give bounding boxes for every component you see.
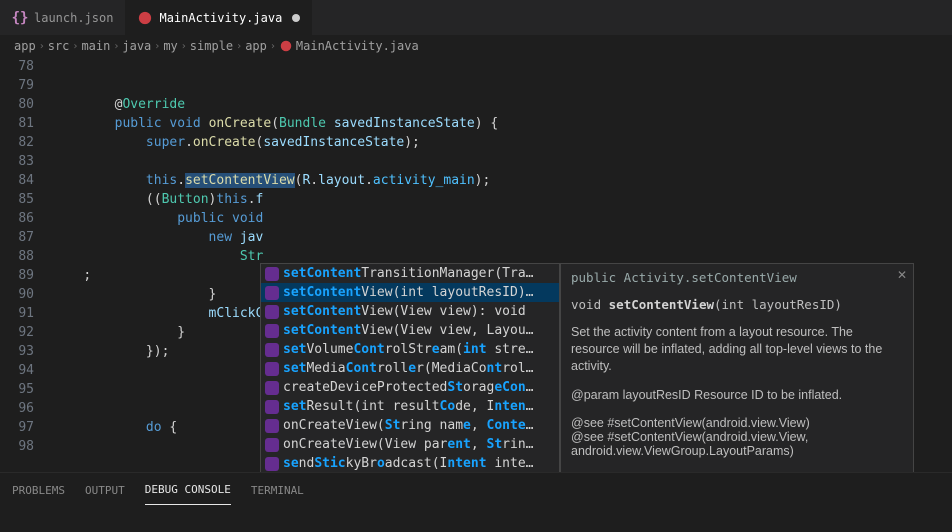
suggest-item[interactable]: setContentView(View view): void <box>261 302 559 321</box>
json-icon: {} <box>12 10 28 26</box>
line-number: 98 <box>0 437 34 456</box>
chevron-right-icon: › <box>236 41 242 52</box>
method-icon <box>265 400 279 414</box>
line-number: 97 <box>0 418 34 437</box>
method-icon <box>265 343 279 357</box>
code-line[interactable] <box>52 57 952 76</box>
line-number: 92 <box>0 323 34 342</box>
intellisense-popup[interactable]: setContentTransitionManager(Tra…setConte… <box>260 263 560 472</box>
doc-see: @see #setContentView(android.view.View, … <box>571 430 903 458</box>
breadcrumb-part[interactable]: app <box>245 39 267 53</box>
java-icon <box>279 39 293 53</box>
editor-tab-bar: {} launch.json MainActivity.java <box>0 0 952 35</box>
method-icon <box>265 324 279 338</box>
doc-see: @see #setContentView(android.view.View) <box>571 416 903 430</box>
chevron-right-icon: › <box>270 41 276 52</box>
tab-label: launch.json <box>34 11 113 25</box>
breadcrumb-part[interactable]: java <box>122 39 151 53</box>
chevron-right-icon: › <box>39 41 45 52</box>
suggest-item[interactable]: setContentView(View view, Layou… <box>261 321 559 340</box>
breadcrumb[interactable]: app› src› main› java› my› simple› app› M… <box>0 35 952 57</box>
panel-tab-terminal[interactable]: TERMINAL <box>251 476 304 505</box>
line-number: 86 <box>0 209 34 228</box>
line-number: 79 <box>0 76 34 95</box>
tab-launch-json[interactable]: {} launch.json <box>0 0 125 35</box>
line-number: 88 <box>0 247 34 266</box>
line-number: 91 <box>0 304 34 323</box>
breadcrumb-part[interactable]: app <box>14 39 36 53</box>
breadcrumb-part[interactable]: my <box>163 39 177 53</box>
tab-mainactivity-java[interactable]: MainActivity.java <box>125 0 312 35</box>
doc-param: @param layoutResID Resource ID to be inf… <box>571 387 903 404</box>
panel-tab-bar: PROBLEMS OUTPUT DEBUG CONSOLE TERMINAL <box>0 472 952 507</box>
line-number: 85 <box>0 190 34 209</box>
code-line[interactable]: super.onCreate(savedInstanceState); <box>52 133 952 152</box>
panel-body[interactable] <box>0 507 952 532</box>
doc-body: Set the activity content from a layout r… <box>571 324 903 375</box>
line-number: 93 <box>0 342 34 361</box>
code-line[interactable]: this.setContentView(R.layout.activity_ma… <box>52 171 952 190</box>
chevron-right-icon: › <box>154 41 160 52</box>
breadcrumb-file[interactable]: MainActivity.java <box>296 39 419 53</box>
documentation-popup: ✕ public Activity.setContentView void se… <box>560 263 914 472</box>
suggest-item[interactable]: setResult(int resultCode, Inten… <box>261 397 559 416</box>
chevron-right-icon: › <box>113 41 119 52</box>
method-icon <box>265 267 279 281</box>
code-line[interactable]: ((Button)this.f <box>52 190 952 209</box>
suggest-item[interactable]: setContentTransitionManager(Tra… <box>261 264 559 283</box>
code-line[interactable]: @Override <box>52 95 952 114</box>
doc-signature: void setContentView(int layoutResID) <box>571 297 903 312</box>
suggest-item[interactable]: sendStickyBroadcast(Intent inte… <box>261 454 559 472</box>
suggest-item[interactable]: onCreateView(View parent, Strin… <box>261 435 559 454</box>
method-icon <box>265 362 279 376</box>
line-number: 96 <box>0 399 34 418</box>
breadcrumb-part[interactable]: main <box>81 39 110 53</box>
line-number-gutter: 7879808182838485868788899091929394959697… <box>0 57 52 472</box>
suggest-item[interactable]: setMediaController(MediaControl… <box>261 359 559 378</box>
line-number: 80 <box>0 95 34 114</box>
line-number: 90 <box>0 285 34 304</box>
panel-tab-debug-console[interactable]: DEBUG CONSOLE <box>145 475 231 505</box>
suggest-item[interactable]: setVolumeControlStream(int stre… <box>261 340 559 359</box>
suggest-item[interactable]: onCreateView(String name, Conte… <box>261 416 559 435</box>
unsaved-dot-icon <box>292 14 300 22</box>
line-number: 82 <box>0 133 34 152</box>
method-icon <box>265 438 279 452</box>
code-line[interactable]: public void onCreate(Bundle savedInstanc… <box>52 114 952 133</box>
line-number: 78 <box>0 57 34 76</box>
chevron-right-icon: › <box>72 41 78 52</box>
code-line[interactable] <box>52 76 952 95</box>
method-icon <box>265 305 279 319</box>
suggest-item[interactable]: createDeviceProtectedStorageCon… <box>261 378 559 397</box>
code-line[interactable]: public void <box>52 209 952 228</box>
panel-tab-problems[interactable]: PROBLEMS <box>12 476 65 505</box>
line-number: 83 <box>0 152 34 171</box>
panel-tab-output[interactable]: OUTPUT <box>85 476 125 505</box>
editor-area[interactable]: 7879808182838485868788899091929394959697… <box>0 57 952 472</box>
code-line[interactable] <box>52 152 952 171</box>
method-icon <box>265 286 279 300</box>
suggest-item[interactable]: setContentView(int layoutResID)… <box>261 283 559 302</box>
close-icon[interactable]: ✕ <box>897 268 907 282</box>
line-number: 84 <box>0 171 34 190</box>
code-line[interactable]: new jav <box>52 228 952 247</box>
method-icon <box>265 381 279 395</box>
line-number: 89 <box>0 266 34 285</box>
tab-label: MainActivity.java <box>159 11 282 25</box>
method-icon <box>265 457 279 471</box>
chevron-right-icon: › <box>181 41 187 52</box>
line-number: 81 <box>0 114 34 133</box>
doc-header: public Activity.setContentView <box>571 270 903 285</box>
breadcrumb-part[interactable]: src <box>48 39 70 53</box>
line-number: 94 <box>0 361 34 380</box>
java-icon <box>137 10 153 26</box>
breadcrumb-part[interactable]: simple <box>190 39 233 53</box>
method-icon <box>265 419 279 433</box>
line-number: 87 <box>0 228 34 247</box>
line-number: 95 <box>0 380 34 399</box>
